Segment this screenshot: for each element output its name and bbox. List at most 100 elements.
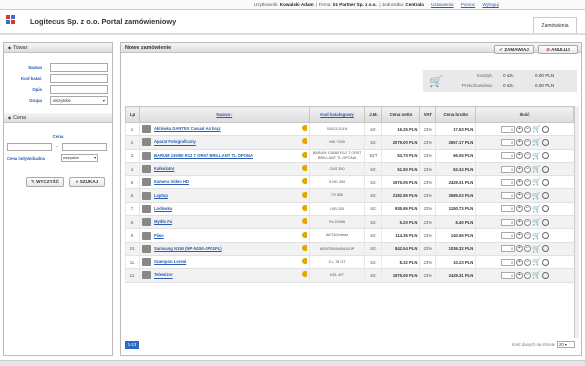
order-button[interactable]: ✔ ZAMAWIAJ xyxy=(494,45,534,54)
storage-icon[interactable] xyxy=(541,152,549,160)
quantity-input[interactable]: 0 xyxy=(501,165,516,173)
plus-icon[interactable]: + xyxy=(516,205,524,213)
quantity-input[interactable]: 0 xyxy=(501,152,516,160)
plus-icon[interactable]: + xyxy=(516,232,524,240)
grupa-select[interactable]: wszystkie ▾ xyxy=(50,96,108,105)
storage-icon[interactable] xyxy=(541,271,549,279)
nazwa-input[interactable] xyxy=(50,63,108,72)
plus-icon[interactable]: + xyxy=(516,192,524,200)
storage-icon[interactable] xyxy=(541,165,549,173)
storage-icon[interactable] xyxy=(541,192,549,200)
add-to-cart-icon[interactable]: 🛒 xyxy=(532,232,541,240)
plus-icon[interactable]: + xyxy=(516,258,524,266)
settings-link[interactable]: Ustawienia xyxy=(431,2,453,7)
quantity-input[interactable]: 0 xyxy=(501,125,516,133)
product-name[interactable]: Samsung N150 (NP-N150-JP01PL) xyxy=(138,242,310,256)
add-to-cart-icon[interactable]: 🛒 xyxy=(532,178,541,186)
plus-icon[interactable]: + xyxy=(516,125,524,133)
logout-link[interactable]: Wyloguj xyxy=(482,2,498,7)
minus-icon[interactable]: − xyxy=(524,232,532,240)
storage-icon[interactable] xyxy=(541,205,549,213)
cancel-button[interactable]: ⊘ ANULUJ xyxy=(538,45,578,54)
product-name[interactable]: Mydło Fa xyxy=(138,215,310,230)
product-name[interactable]: Kamera Video HD xyxy=(138,175,310,190)
filter-row-nazwa: Nazwa xyxy=(4,63,112,73)
product-name-label: Kalkulator xyxy=(153,166,175,172)
storage-icon[interactable] xyxy=(541,125,549,133)
add-to-cart-icon[interactable]: 🛒 xyxy=(532,205,541,213)
storage-icon[interactable] xyxy=(541,245,549,253)
product-name[interactable]: Szampon Loreal xyxy=(138,255,310,270)
quantity-input[interactable]: 0 xyxy=(501,258,516,266)
quantity-input[interactable]: 0 xyxy=(501,218,516,226)
add-to-cart-icon[interactable]: 🛒 xyxy=(532,218,541,226)
plus-icon[interactable]: + xyxy=(516,165,524,173)
product-name[interactable]: Kalkulator xyxy=(138,162,310,177)
cena-to-input[interactable] xyxy=(62,143,107,151)
product-name[interactable]: BARUM 135/80 R12 T OR57 BRILLANT TL OPON… xyxy=(138,149,310,163)
minus-icon[interactable]: − xyxy=(524,205,532,213)
quantity-input[interactable]: 0 xyxy=(501,245,516,253)
pagination[interactable]: 1-13 xyxy=(125,341,139,349)
minus-icon[interactable]: − xyxy=(524,258,532,266)
add-to-cart-icon[interactable]: 🛒 xyxy=(532,258,541,266)
product-netto: 1975.05 PLN xyxy=(381,268,420,283)
minus-icon[interactable]: − xyxy=(524,165,532,173)
quantity-input[interactable]: 0 xyxy=(501,138,516,146)
help-link[interactable]: Pomoc xyxy=(461,2,475,7)
add-to-cart-icon[interactable]: 🛒 xyxy=(532,138,541,146)
plus-icon[interactable]: + xyxy=(516,271,524,279)
minus-icon[interactable]: − xyxy=(524,245,532,253)
add-to-cart-icon[interactable]: 🛒 xyxy=(532,165,541,173)
cena-panel-head[interactable]: ◆ Cena xyxy=(4,113,112,123)
storage-icon[interactable] xyxy=(541,232,549,240)
clear-button[interactable]: ✎ WYCZYŚĆ xyxy=(26,177,64,187)
plus-icon[interactable]: + xyxy=(516,178,524,186)
quantity-input[interactable]: 0 xyxy=(501,271,516,279)
kod-input[interactable] xyxy=(50,74,108,83)
price-tag-icon xyxy=(301,244,307,251)
product-name[interactable]: Aktówka DANTEX Casual A4 brąz xyxy=(138,122,310,137)
add-to-cart-icon[interactable]: 🛒 xyxy=(532,192,541,200)
minus-icon[interactable]: − xyxy=(524,218,532,226)
search-button[interactable]: ⌕ SZUKAJ xyxy=(69,177,105,187)
storage-icon[interactable] xyxy=(541,218,549,226)
add-to-cart-icon[interactable]: 🛒 xyxy=(532,152,541,160)
plus-icon[interactable]: + xyxy=(516,138,524,146)
add-to-cart-icon[interactable]: 🛒 xyxy=(532,245,541,253)
col-nazwa[interactable]: Nazwa↑ xyxy=(138,106,310,123)
cena-indyw-select[interactable]: wszystkie ▾ xyxy=(61,154,98,162)
tab-zamowienia[interactable]: Zamówienia xyxy=(533,17,577,33)
product-name[interactable]: Lodówka xyxy=(138,202,310,217)
minus-icon[interactable]: − xyxy=(524,152,532,160)
plus-icon[interactable]: + xyxy=(516,152,524,160)
row-lp: 7. xyxy=(125,202,140,217)
minus-icon[interactable]: − xyxy=(524,178,532,186)
product-name-label: Piwo xyxy=(153,232,164,238)
quantity-input[interactable]: 0 xyxy=(501,178,516,186)
storage-icon[interactable] xyxy=(541,178,549,186)
storage-icon[interactable] xyxy=(541,258,549,266)
add-to-cart-icon[interactable]: 🛒 xyxy=(532,271,541,279)
minus-icon[interactable]: − xyxy=(524,271,532,279)
plus-icon[interactable]: + xyxy=(516,245,524,253)
col-kod[interactable]: Kod katalogowy xyxy=(308,106,366,123)
add-to-cart-icon[interactable]: 🛒 xyxy=(532,125,541,133)
quantity-input[interactable]: 0 xyxy=(501,205,516,213)
opis-input[interactable] xyxy=(50,85,108,94)
towar-panel-head[interactable]: ◆ Towar xyxy=(4,43,112,53)
plus-icon[interactable]: + xyxy=(516,218,524,226)
minus-icon[interactable]: − xyxy=(524,138,532,146)
product-name[interactable]: Aparat Fotograficzny xyxy=(138,135,310,150)
minus-icon[interactable]: − xyxy=(524,125,532,133)
per-page-select[interactable]: 20 ▾ xyxy=(557,341,575,348)
product-name[interactable]: Piwo xyxy=(138,228,310,243)
quantity-input[interactable]: 0 xyxy=(501,232,516,240)
product-name[interactable]: Laptop xyxy=(138,188,310,203)
quantity-input[interactable]: 0 xyxy=(501,192,516,200)
product-name[interactable]: Telewizor xyxy=(138,268,310,283)
table-scrollbar[interactable] xyxy=(574,106,579,338)
minus-icon[interactable]: − xyxy=(524,192,532,200)
storage-icon[interactable] xyxy=(541,138,549,146)
cena-from-input[interactable] xyxy=(7,143,52,151)
